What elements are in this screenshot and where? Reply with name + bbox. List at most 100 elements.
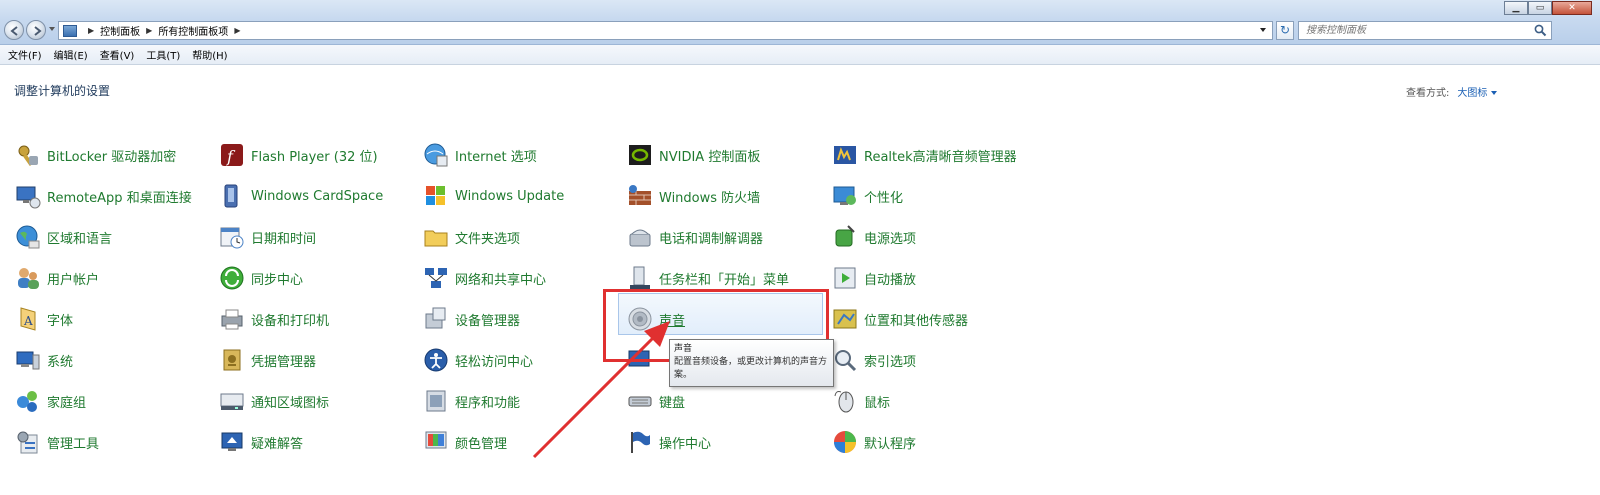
- taskbar-icon: [630, 266, 650, 289]
- item-devices-printers[interactable]: 设备和打印机: [216, 300, 329, 338]
- item-power-options[interactable]: 电源选项: [829, 218, 916, 256]
- bitlocker-icon: [18, 145, 38, 167]
- item-personalization[interactable]: 个性化: [829, 177, 903, 215]
- recent-pages-dropdown[interactable]: [49, 27, 55, 31]
- item-nvidia[interactable]: NVIDIA 控制面板: [624, 136, 760, 174]
- homegroup-icon: [17, 391, 37, 412]
- item-fonts[interactable]: A 字体: [12, 300, 73, 338]
- fonts-icon: A: [20, 307, 36, 331]
- menu-file[interactable]: 文件(F): [8, 47, 42, 62]
- item-region-language[interactable]: 区域和语言: [12, 218, 112, 256]
- item-windows-update[interactable]: Windows Update: [420, 177, 564, 215]
- search-box[interactable]: [1298, 21, 1552, 40]
- item-location-sensors[interactable]: 位置和其他传感器: [829, 300, 968, 338]
- search-icon[interactable]: [1534, 24, 1547, 37]
- ease-of-access-icon: [424, 348, 448, 372]
- item-realtek[interactable]: Realtek高清晰音频管理器: [829, 136, 1017, 174]
- power-icon: [835, 225, 855, 247]
- color-management-icon: [425, 431, 447, 449]
- search-input[interactable]: [1299, 22, 1532, 39]
- calendar-clock-icon: [220, 227, 244, 249]
- menu-tools[interactable]: 工具(T): [146, 47, 180, 62]
- address-bar[interactable]: ▶ 控制面板 ▶ 所有控制面板项 ▶: [58, 21, 1273, 40]
- item-folder-options[interactable]: 文件夹选项: [420, 218, 520, 256]
- chevron-down-icon[interactable]: [1491, 91, 1498, 95]
- window-controls: ▁ ▭ ✕: [1504, 1, 1592, 15]
- item-flash-player[interactable]: f Flash Player (32 位): [216, 136, 378, 174]
- sound-tooltip: 声音 配置音频设备，或更改计算机的声音方案。: [669, 339, 834, 387]
- item-device-manager[interactable]: 设备管理器: [420, 300, 520, 338]
- page-title: 调整计算机的设置: [14, 84, 111, 98]
- view-by: 查看方式: 大图标: [1406, 84, 1498, 99]
- globe-icon: [16, 225, 40, 249]
- admin-tools-icon: [17, 431, 38, 454]
- annotation-arrow-icon: [532, 321, 670, 459]
- item-phone-modem[interactable]: 电话和调制解调器: [624, 218, 763, 256]
- view-by-label: 查看方式:: [1406, 88, 1450, 99]
- default-programs-icon: [834, 431, 856, 453]
- personalization-icon: [833, 186, 856, 205]
- phone-modem-icon: [629, 229, 651, 247]
- breadcrumb-all-items[interactable]: 所有控制面板项: [158, 23, 228, 38]
- chevron-right-icon[interactable]: ▶: [234, 26, 240, 35]
- view-by-dropdown[interactable]: 大图标: [1457, 88, 1487, 99]
- system-icon: [16, 351, 40, 370]
- item-user-accounts[interactable]: 用户帐户: [12, 259, 99, 297]
- autoplay-icon: [834, 267, 856, 289]
- item-color-management[interactable]: 颜色管理: [420, 423, 507, 461]
- mouse-icon: [834, 391, 854, 413]
- programs-icon: [426, 390, 446, 412]
- item-ease-of-access[interactable]: 轻松访问中心: [420, 341, 533, 379]
- item-troubleshooting[interactable]: 疑难解答: [216, 423, 303, 461]
- minimize-button[interactable]: ▁: [1504, 1, 1528, 15]
- item-remoteapp[interactable]: RemoteApp 和桌面连接: [12, 177, 192, 215]
- folder-icon: [424, 230, 448, 247]
- item-indexing-options[interactable]: 索引选项: [829, 341, 916, 379]
- item-credential-manager[interactable]: 凭据管理器: [216, 341, 316, 379]
- item-mouse[interactable]: 鼠标: [829, 382, 890, 420]
- credential-icon: [223, 349, 241, 371]
- item-system[interactable]: 系统: [12, 341, 73, 379]
- close-button[interactable]: ✕: [1552, 1, 1592, 15]
- item-network-sharing[interactable]: 网络和共享中心: [420, 259, 546, 297]
- address-dropdown-icon[interactable]: [1260, 28, 1266, 32]
- item-homegroup[interactable]: 家庭组: [12, 382, 86, 420]
- maximize-button[interactable]: ▭: [1528, 1, 1552, 15]
- menu-help[interactable]: 帮助(H): [192, 47, 227, 62]
- realtek-audio-icon: [834, 146, 856, 164]
- item-cardspace[interactable]: Windows CardSpace: [216, 177, 383, 215]
- item-programs-features[interactable]: 程序和功能: [420, 382, 520, 420]
- item-internet-options[interactable]: Internet 选项: [420, 136, 537, 174]
- flash-player-icon: f: [221, 144, 243, 166]
- item-autoplay[interactable]: 自动播放: [829, 259, 916, 297]
- remoteapp-icon: [16, 186, 41, 209]
- chevron-right-icon[interactable]: ▶: [146, 26, 152, 35]
- forward-arrow-icon: [34, 26, 42, 36]
- sync-icon: [220, 266, 244, 290]
- item-default-programs[interactable]: 默认程序: [829, 423, 916, 461]
- menu-bar: 文件(F) 编辑(E) 查看(V) 工具(T) 帮助(H): [0, 45, 1600, 65]
- network-icon: [425, 268, 447, 288]
- item-windows-firewall[interactable]: Windows 防火墙: [624, 177, 760, 215]
- magnifier-icon: [835, 350, 857, 372]
- back-button[interactable]: [4, 20, 24, 40]
- item-notification-icons[interactable]: 通知区域图标: [216, 382, 329, 420]
- item-sync-center[interactable]: 同步中心: [216, 259, 303, 297]
- refresh-button[interactable]: ↻: [1276, 21, 1294, 40]
- chevron-right-icon[interactable]: ▶: [88, 26, 94, 35]
- breadcrumb-control-panel[interactable]: 控制面板: [100, 23, 140, 38]
- item-bitlocker[interactable]: BitLocker 驱动器加密: [12, 136, 176, 174]
- title-bar: ▶ 控制面板 ▶ 所有控制面板项 ▶ ↻ ▁ ▭ ✕: [0, 0, 1600, 45]
- menu-edit[interactable]: 编辑(E): [54, 47, 88, 62]
- firewall-icon: [629, 185, 651, 205]
- back-arrow-icon: [10, 26, 18, 36]
- internet-options-icon: [424, 143, 448, 167]
- forward-button[interactable]: [26, 20, 46, 40]
- item-admin-tools[interactable]: 管理工具: [12, 423, 99, 461]
- control-panel-icon: [63, 24, 77, 37]
- windows-update-icon: [426, 186, 445, 205]
- nvidia-icon: [629, 145, 651, 165]
- item-date-time[interactable]: 日期和时间: [216, 218, 316, 256]
- device-manager-icon: [425, 307, 446, 329]
- menu-view[interactable]: 查看(V): [100, 47, 135, 62]
